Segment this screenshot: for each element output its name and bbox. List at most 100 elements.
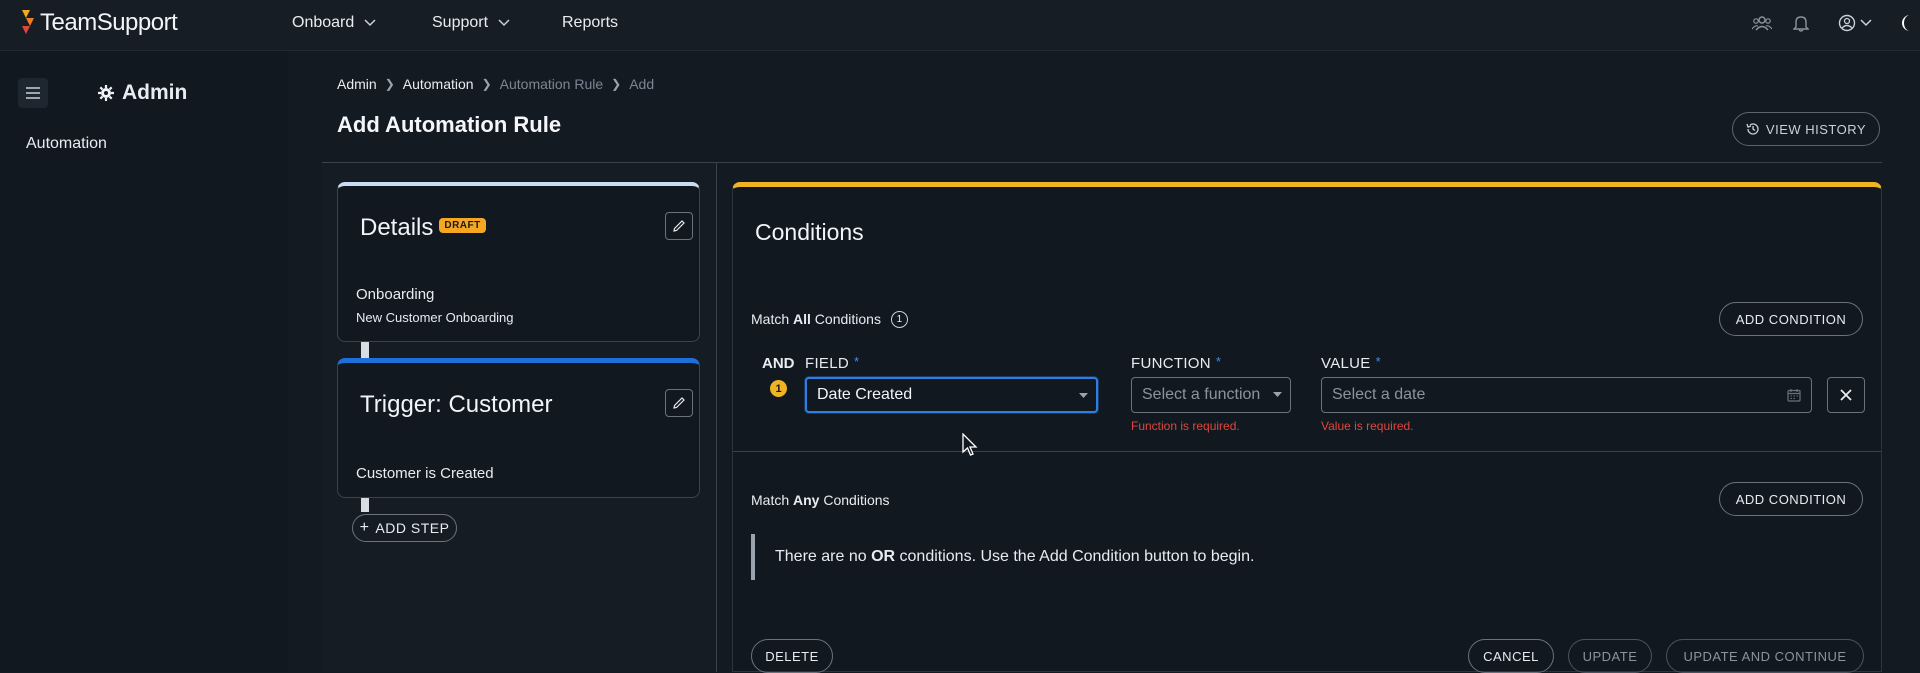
nav-reports[interactable]: Reports [562, 14, 618, 32]
user-account-icon[interactable] [1838, 14, 1856, 32]
breadcrumb-admin[interactable]: Admin [337, 76, 377, 92]
update-button[interactable]: UPDATE [1568, 639, 1652, 673]
app-logo[interactable]: TeamSupport [20, 9, 178, 37]
function-label-text: FUNCTION [1131, 355, 1211, 372]
dark-mode-icon[interactable] [1898, 13, 1916, 33]
cancel-button[interactable]: CANCEL [1468, 639, 1554, 673]
match-any-prefix: Match [751, 492, 790, 508]
page-title: Add Automation Rule [337, 112, 562, 137]
conditions-title: Conditions [755, 219, 864, 245]
required-mark: * [854, 354, 860, 369]
match-all-count: 1 [890, 310, 908, 328]
add-condition-any-button[interactable]: ADD CONDITION [1719, 482, 1863, 516]
nav-reports-label: Reports [562, 14, 619, 31]
function-error: Function is required. [1131, 419, 1240, 433]
field-select-value: Date Created [817, 386, 913, 403]
draft-badge: DRAFT [439, 218, 486, 234]
caret-down-icon [1079, 393, 1088, 398]
pencil-icon [673, 397, 685, 409]
value-error: Value is required. [1321, 419, 1414, 433]
step-connector [361, 342, 369, 358]
chevron-right-icon: ❯ [481, 77, 492, 91]
conditions-panel: Conditions Match All Conditions 1 ADD CO… [732, 182, 1882, 673]
field-label-text: FIELD [805, 355, 850, 372]
view-history-button[interactable]: VIEW HISTORY [1732, 112, 1880, 146]
add-condition-all-button[interactable]: ADD CONDITION [1719, 302, 1863, 336]
conditions-divider [733, 451, 1881, 452]
calendar-icon[interactable] [1787, 388, 1801, 402]
match-any-label: Match Any Conditions [751, 492, 890, 508]
update-and-continue-button[interactable]: UPDATE AND CONTINUE [1666, 639, 1864, 673]
empty-note-before: There are no [775, 548, 867, 565]
required-mark: * [1375, 354, 1381, 369]
chevron-right-icon: ❯ [611, 77, 622, 91]
condition-index-badge: 1 [770, 380, 787, 397]
empty-note-bold: OR [871, 548, 896, 565]
details-step-card[interactable]: Details DRAFT Onboarding New Customer Onb… [337, 182, 700, 342]
gear-icon [98, 85, 114, 101]
caret-down-icon [1273, 392, 1282, 397]
chevron-down-icon[interactable] [1860, 19, 1872, 27]
function-select-placeholder: Select a function [1142, 386, 1261, 403]
details-title-text: Details [360, 214, 434, 241]
chevron-right-icon: ❯ [384, 77, 395, 91]
plus-icon: + [359, 519, 370, 536]
team-icon[interactable] [1752, 14, 1772, 32]
close-icon [1840, 389, 1852, 401]
field-label: FIELD * [805, 354, 860, 372]
empty-note-after: conditions. Use the Add Condition button… [899, 548, 1255, 565]
bell-icon[interactable] [1793, 14, 1809, 32]
nav-onboard[interactable]: Onboard [292, 14, 376, 32]
breadcrumb: Admin ❯ Automation ❯ Automation Rule ❯ A… [337, 76, 654, 92]
menu-toggle-button[interactable] [18, 78, 48, 108]
edit-trigger-button[interactable] [665, 389, 693, 417]
details-card-title: Details DRAFT [360, 214, 486, 242]
details-line2: New Customer Onboarding [356, 310, 514, 325]
required-mark: * [1215, 354, 1222, 369]
sidebar: Admin Automation [0, 51, 288, 672]
nav-support[interactable]: Support [432, 14, 510, 32]
history-icon [1746, 123, 1759, 135]
match-any-bold: Any [793, 492, 820, 508]
panel-divider [716, 163, 717, 672]
match-all-prefix: Match [751, 311, 790, 327]
mouse-cursor-icon [962, 433, 978, 456]
trigger-line1: Customer is Created [356, 465, 494, 482]
function-select[interactable]: Select a function [1131, 377, 1291, 413]
nav-support-label: Support [432, 14, 489, 31]
nav-onboard-label: Onboard [292, 14, 355, 31]
breadcrumb-automation[interactable]: Automation [403, 76, 474, 92]
field-select[interactable]: Date Created [805, 377, 1098, 413]
chevron-down-icon [364, 19, 376, 27]
edit-details-button[interactable] [665, 212, 693, 240]
add-step-button[interactable]: + ADD STEP [352, 514, 457, 542]
sidebar-item-automation[interactable]: Automation [26, 135, 107, 153]
trigger-card-title: Trigger: Customer [360, 391, 553, 418]
value-label: VALUE * [1321, 354, 1381, 372]
match-all-label: Match All Conditions 1 [751, 310, 908, 329]
match-all-bold: All [793, 311, 811, 327]
teamsupport-logo-icon [22, 10, 34, 34]
view-history-label: VIEW HISTORY [1765, 121, 1867, 137]
and-operator: AND [762, 355, 795, 372]
sidebar-title: Admin [98, 81, 187, 105]
value-date-placeholder: Select a date [1332, 386, 1426, 403]
match-all-suffix: Conditions [814, 311, 881, 327]
sidebar-title-label: Admin [122, 81, 188, 104]
chevron-down-icon [498, 19, 510, 27]
pencil-icon [673, 220, 685, 232]
value-label-text: VALUE [1321, 355, 1371, 372]
remove-condition-button[interactable] [1827, 377, 1865, 413]
step-connector [361, 498, 369, 512]
hamburger-icon [26, 87, 40, 99]
details-line1: Onboarding [356, 286, 435, 303]
breadcrumb-add: Add [629, 76, 655, 92]
breadcrumb-automation-rule: Automation Rule [499, 76, 604, 92]
match-any-suffix: Conditions [823, 492, 890, 508]
value-date-input[interactable]: Select a date [1321, 377, 1812, 413]
app-name: TeamSupport [40, 9, 178, 36]
add-step-label: ADD STEP [375, 520, 450, 536]
delete-button[interactable]: DELETE [751, 639, 833, 673]
trigger-step-card[interactable]: Trigger: Customer Customer is Created [337, 358, 700, 498]
no-or-conditions-note: There are no OR conditions. Use the Add … [751, 534, 1254, 580]
